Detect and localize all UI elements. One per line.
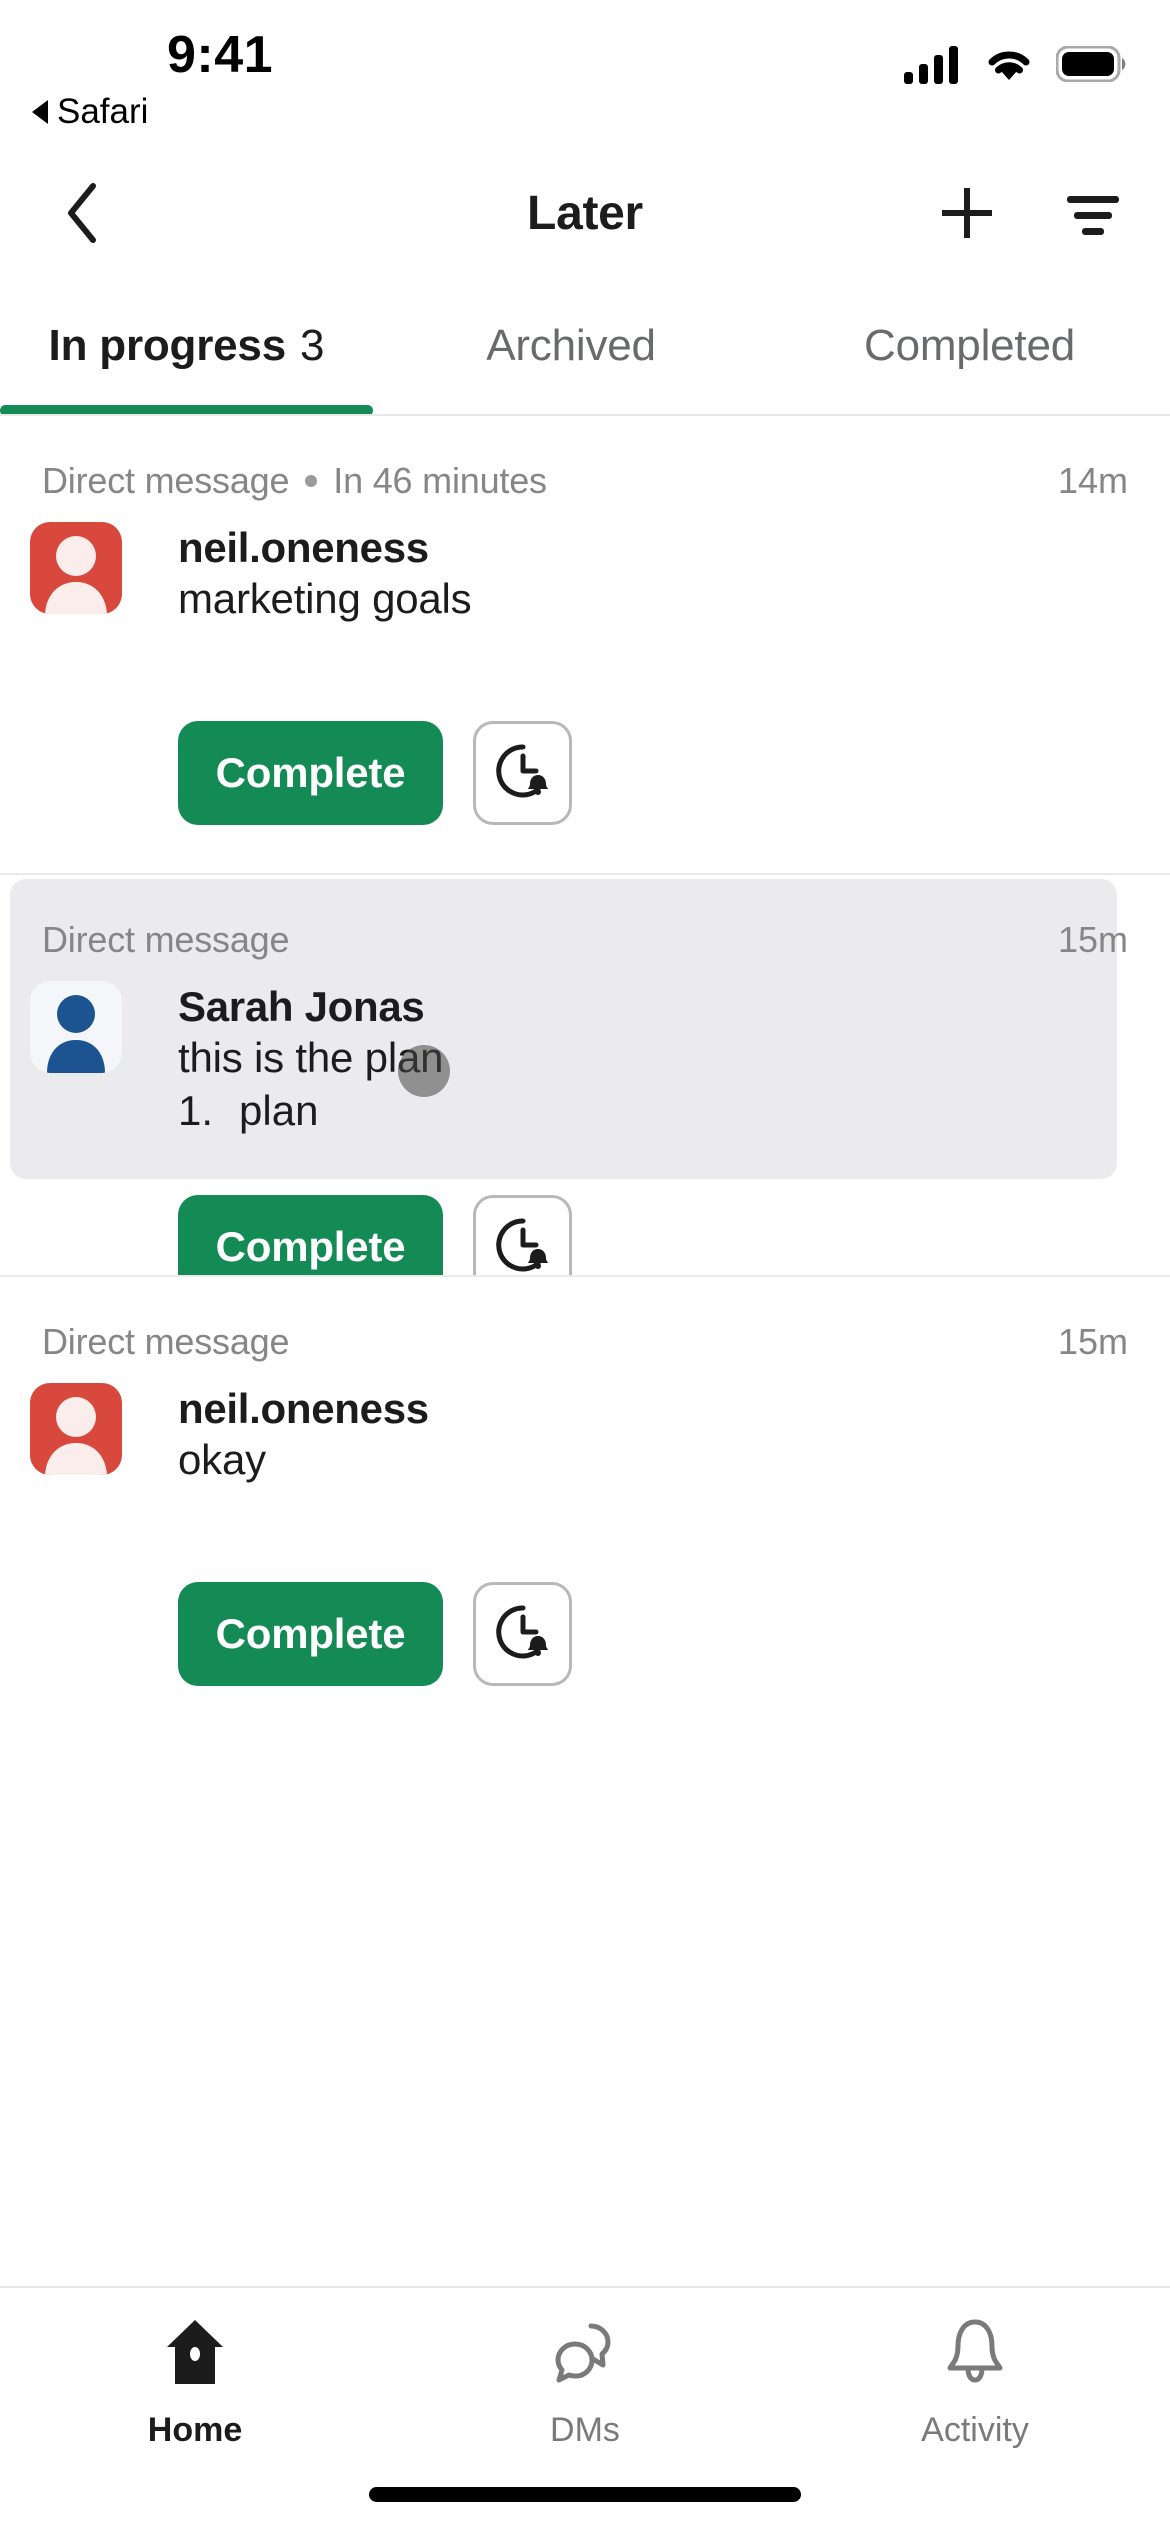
wifi-icon [982,44,1036,89]
plus-icon [936,182,998,249]
tab-bar: In progress 3 Archived Completed [0,281,1170,416]
list-item-message: this is the plan [178,1034,444,1082]
filter-button[interactable] [1058,180,1128,250]
person-avatar-red-icon [30,522,122,614]
return-app-label: Safari [57,92,149,131]
status-bar-indicators [904,44,1128,89]
list-item-source: Direct message [42,919,290,960]
list-item-body: neil.oneness marketing goals [178,522,1128,626]
list-item[interactable]: Direct message 15m neil.oneness okay Com… [0,1277,1170,1686]
phone-screen: 9:41 Safari Later In progress 3 Archived… [0,0,1170,2532]
complete-button[interactable]: Complete [178,1582,443,1686]
list-item-sender: neil.oneness [178,524,429,571]
tab-completed[interactable]: Completed [769,281,1170,411]
list-item-message: marketing goals [178,575,472,623]
filter-lines-icon [1074,211,1112,219]
bottom-tab-home[interactable]: Home [0,2314,390,2450]
list-item-timestamp: 15m [1057,919,1128,960]
list-item-body: neil.oneness okay [178,1383,1128,1487]
person-avatar-blue-icon [30,981,122,1073]
ordered-list-text: plan [239,1087,319,1135]
snooze-button[interactable] [473,1582,572,1686]
tab-in-progress-count: 3 [299,321,325,370]
tab-archived[interactable]: Archived [373,281,769,411]
tab-in-progress[interactable]: In progress 3 [0,281,373,411]
touch-tap-indicator [398,1045,450,1097]
bottom-tab-home-label: Home [147,2411,243,2449]
home-indicator [369,2487,801,2502]
cellular-signal-icon [904,44,962,89]
person-avatar-red-icon [30,1383,122,1475]
clock-bell-reminder-icon [494,1216,552,1279]
ordered-list-number: 1. [178,1087,214,1135]
list-item-message: okay [178,1436,266,1484]
status-bar: 9:41 Safari [0,0,1170,150]
bottom-tab-activity-label: Activity [921,2411,1029,2449]
list-item-body: Sarah Jonas this is the plan 1. plan [178,981,1128,1138]
snooze-button[interactable] [473,721,572,825]
return-to-safari-button[interactable]: Safari [32,92,148,132]
list-item-actions: Complete [178,721,572,825]
status-bar-time: 9:41 [166,26,274,84]
reminder-list: Direct message In 46 minutes 14m neil.on… [0,416,1170,1686]
bottom-tab-activity[interactable]: Activity [780,2314,1170,2450]
filter-lines-icon [1082,227,1104,235]
list-item[interactable]: Direct message In 46 minutes 14m neil.on… [0,416,1170,875]
complete-button[interactable]: Complete [178,721,443,825]
list-item-source: Direct message [42,460,290,501]
add-reminder-button[interactable] [932,180,1002,250]
list-item-meta: Direct message In 46 minutes [42,460,547,502]
meta-separator-dot [305,475,318,487]
bottom-navigation-bar: Home DMs Activity [0,2286,1170,2532]
speech-bubbles-icon [547,2314,623,2395]
tab-archived-label: Archived [486,321,656,370]
back-triangle-icon [32,100,48,124]
list-item-meta: Direct message [42,919,289,961]
clock-bell-reminder-icon [494,1603,552,1666]
list-item-source: Direct message [42,1321,290,1362]
list-item-meta: Direct message [42,1321,289,1363]
bottom-tab-dms-label: DMs [550,2411,620,2449]
list-item-timestamp: 15m [1057,1321,1128,1362]
navigation-bar: Later [0,150,1170,280]
list-item-due: In 46 minutes [333,460,547,501]
battery-full-icon [1055,45,1128,87]
clock-bell-reminder-icon [494,742,552,805]
list-item-sender: Sarah Jonas [178,983,425,1030]
home-filled-icon [157,2314,233,2395]
list-item-timestamp: 14m [1057,460,1128,501]
tab-completed-label: Completed [864,321,1075,370]
bottom-tab-dms[interactable]: DMs [390,2314,780,2450]
bell-outline-icon [937,2314,1013,2395]
filter-lines-icon [1067,195,1119,203]
tab-in-progress-label: In progress [48,321,287,370]
list-item[interactable]: Direct message 15m Sarah Jonas this is t… [0,875,1170,1299]
list-item-sender: neil.oneness [178,1385,429,1432]
list-item-actions: Complete [178,1582,572,1686]
list-item-ordered-entry: 1. plan [178,1085,1128,1138]
